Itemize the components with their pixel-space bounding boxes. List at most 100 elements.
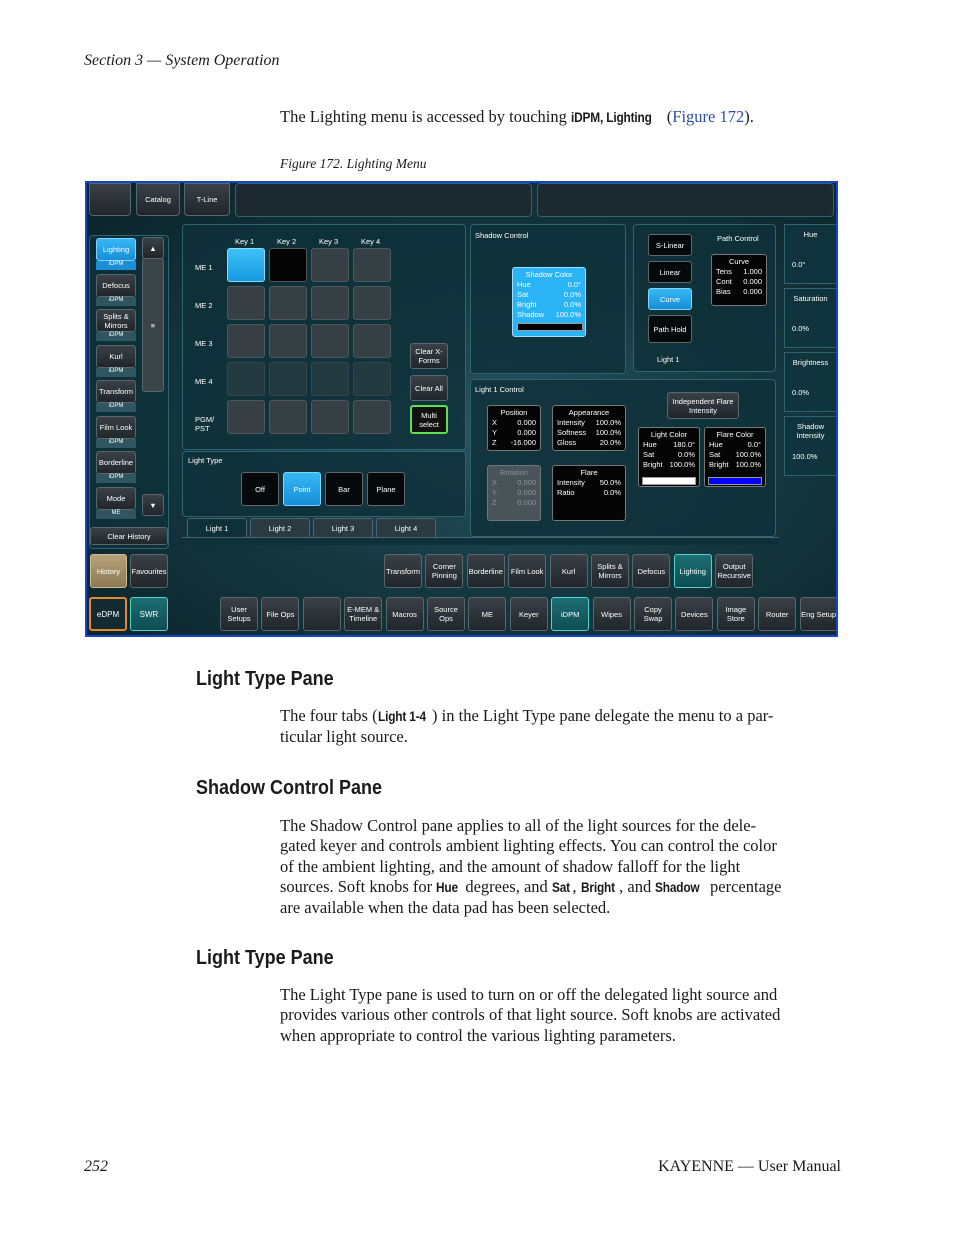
tab-light-3[interactable]: Light 3 [313, 518, 373, 538]
edpm-button[interactable]: eDPM [89, 597, 127, 631]
flare-datapad[interactable]: Flare Intensity 50.0% Ratio 0.0% [552, 465, 626, 521]
datapad-key: X [492, 478, 498, 487]
tab-light-1[interactable]: Light 1 [187, 518, 247, 538]
keyer-select-button[interactable] [353, 362, 391, 396]
keyer-select-button[interactable] [353, 248, 391, 282]
dpm-film-look-button[interactable]: Film Look [508, 554, 547, 588]
keyer-select-button[interactable] [311, 248, 349, 282]
keyer-select-button[interactable] [269, 400, 307, 434]
top-tab-catalog[interactable]: Catalog [136, 183, 180, 216]
scroll-up-button[interactable]: ▲ [142, 237, 164, 259]
nav-idpm-button[interactable]: iDPM [551, 597, 590, 631]
nav-wipes-button[interactable]: Wipes [592, 597, 631, 631]
keyer-select-button[interactable] [227, 362, 265, 396]
keyer-select-button[interactable] [269, 248, 307, 282]
keyer-select-button[interactable] [227, 248, 265, 282]
datapad-value: 0.0% [677, 450, 695, 459]
tab-light-4[interactable]: Light 4 [376, 518, 436, 538]
left-menu-item-kurl[interactable]: Kurl [96, 344, 136, 368]
dpm-splits-mirrors-button[interactable]: Splits & Mirrors [591, 554, 629, 588]
light-type-point-button[interactable]: Point [283, 472, 321, 506]
keyer-select-button[interactable] [227, 324, 265, 358]
keyer-select-button[interactable] [227, 400, 265, 434]
curve-datapad[interactable]: Curve Tens 1.000 Cont 0.000 Bias 0.000 [711, 254, 767, 306]
appearance-datapad[interactable]: Appearance Intensity 100.0% Softness 100.0%… [552, 405, 626, 451]
keyer-select-button[interactable] [353, 324, 391, 358]
path-s-linear-button[interactable]: S-Linear [648, 234, 692, 256]
key-header-2: Key 2 [277, 237, 297, 246]
keyer-select-button[interactable] [311, 362, 349, 396]
multi-select-button[interactable]: Multi select [410, 405, 448, 434]
nav-keyer-button[interactable]: Keyer [509, 597, 548, 631]
datapad-row: Bias 0.000 [716, 287, 762, 297]
scrollbar-thumb[interactable]: ≡ [142, 258, 164, 392]
keyer-select-button[interactable] [269, 362, 307, 396]
dpm-transform-button[interactable]: Transform [384, 554, 422, 588]
dpm-lighting-button[interactable]: Lighting [673, 554, 712, 588]
clear-all-button[interactable]: Clear All [410, 375, 448, 401]
nav-image-store-button[interactable]: Image Store [716, 597, 755, 631]
intro-text: The Lighting menu is accessed by touchin… [280, 107, 571, 126]
position-datapad[interactable]: Position X 0.000 Y 0.000 Z -16.000 [487, 405, 541, 451]
scroll-down-button[interactable]: ▼ [142, 494, 164, 516]
shadow-control-title: Shadow Control [475, 231, 529, 240]
left-menu-item-film-look[interactable]: Film Look [96, 415, 136, 439]
left-menu-item-defocus[interactable]: Defocus [96, 273, 136, 297]
datapad-row: Intensity 100.0% [557, 418, 621, 428]
datapad-key: Intensity [557, 418, 585, 427]
dpm-kurl-button[interactable]: Kurl [549, 554, 588, 588]
left-menu-item-mode[interactable]: Mode [96, 486, 136, 510]
left-menu-item-transform[interactable]: Transform [96, 380, 136, 403]
keyer-select-button[interactable] [311, 324, 349, 358]
left-menu-item-borderline[interactable]: Borderline [96, 451, 136, 474]
text-run: percentage [705, 876, 782, 896]
keyer-select-button[interactable] [353, 286, 391, 320]
nav-user-setups-button[interactable]: User Setups [220, 597, 258, 631]
datapad-value: 100.0% [555, 310, 581, 319]
dpm-output-recursive-button[interactable]: Output Recursive [715, 554, 754, 588]
keyer-select-button[interactable] [227, 286, 265, 320]
swr-button[interactable]: SWR [130, 597, 168, 631]
dpm-defocus-button[interactable]: Defocus [632, 554, 671, 588]
left-menu-sub-label: ME [96, 509, 136, 519]
figure-link[interactable]: Figure 172 [672, 107, 744, 126]
nav-copy-swap-button[interactable]: Copy Swap [634, 597, 672, 631]
section-paragraph: The four tabs (Light 1-4) in the Light T… [280, 706, 840, 748]
clear-history-button[interactable]: Clear History [90, 527, 168, 545]
clear-xforms-button[interactable]: Clear X-Forms [410, 343, 448, 369]
path-path-hold-button[interactable]: Path Hold [648, 315, 692, 343]
keyer-select-button[interactable] [311, 286, 349, 320]
tab-light-2[interactable]: Light 2 [250, 518, 310, 538]
favourites-button[interactable]: Favourites [130, 554, 168, 588]
key-header-1: Key 1 [235, 237, 255, 246]
nav-file-ops-button[interactable]: File Ops [261, 597, 300, 631]
dpm-borderline-button[interactable]: Borderline [466, 554, 505, 588]
path-curve-button[interactable]: Curve [648, 288, 692, 310]
nav-macros-button[interactable]: Macros [385, 597, 424, 631]
keyer-select-button[interactable] [269, 286, 307, 320]
dpm-corner-pinning-button[interactable]: Corner Pinning [425, 554, 464, 588]
light-type-off-button[interactable]: Off [241, 472, 279, 506]
nav-devices-button[interactable]: Devices [675, 597, 714, 631]
light-type-plane-button[interactable]: Plane [367, 472, 405, 506]
nav-me-button[interactable]: ME [468, 597, 507, 631]
datapad-key: Sat [709, 450, 721, 459]
nav-source-ops-button[interactable]: Source Ops [427, 597, 465, 631]
path-linear-button[interactable]: Linear [648, 261, 692, 283]
independent-flare-button[interactable]: Independent Flare Intensity [667, 392, 739, 419]
history-button[interactable]: History [90, 554, 127, 588]
nav-eng-setup-button[interactable]: Eng Setup [799, 597, 836, 631]
nav-router-button[interactable]: Router [758, 597, 797, 631]
rotation-title: Rotation [500, 468, 528, 477]
keyer-select-button[interactable] [353, 400, 391, 434]
light-type-bar-button[interactable]: Bar [325, 472, 363, 506]
left-menu-item-splits-mirrors[interactable]: Splits & Mirrors [96, 309, 136, 332]
nav-blank-button[interactable] [302, 597, 341, 631]
keyer-select-button[interactable] [311, 400, 349, 434]
soft-knob-value: 0.0% [792, 324, 810, 333]
top-tab-blank[interactable] [89, 183, 131, 216]
left-menu-item-lighting[interactable]: Lighting [96, 238, 136, 261]
top-tab-tline[interactable]: T-Line [184, 183, 230, 216]
nav-e-mem-timeline-button[interactable]: E-MEM & Timeline [344, 597, 383, 631]
keyer-select-button[interactable] [269, 324, 307, 358]
